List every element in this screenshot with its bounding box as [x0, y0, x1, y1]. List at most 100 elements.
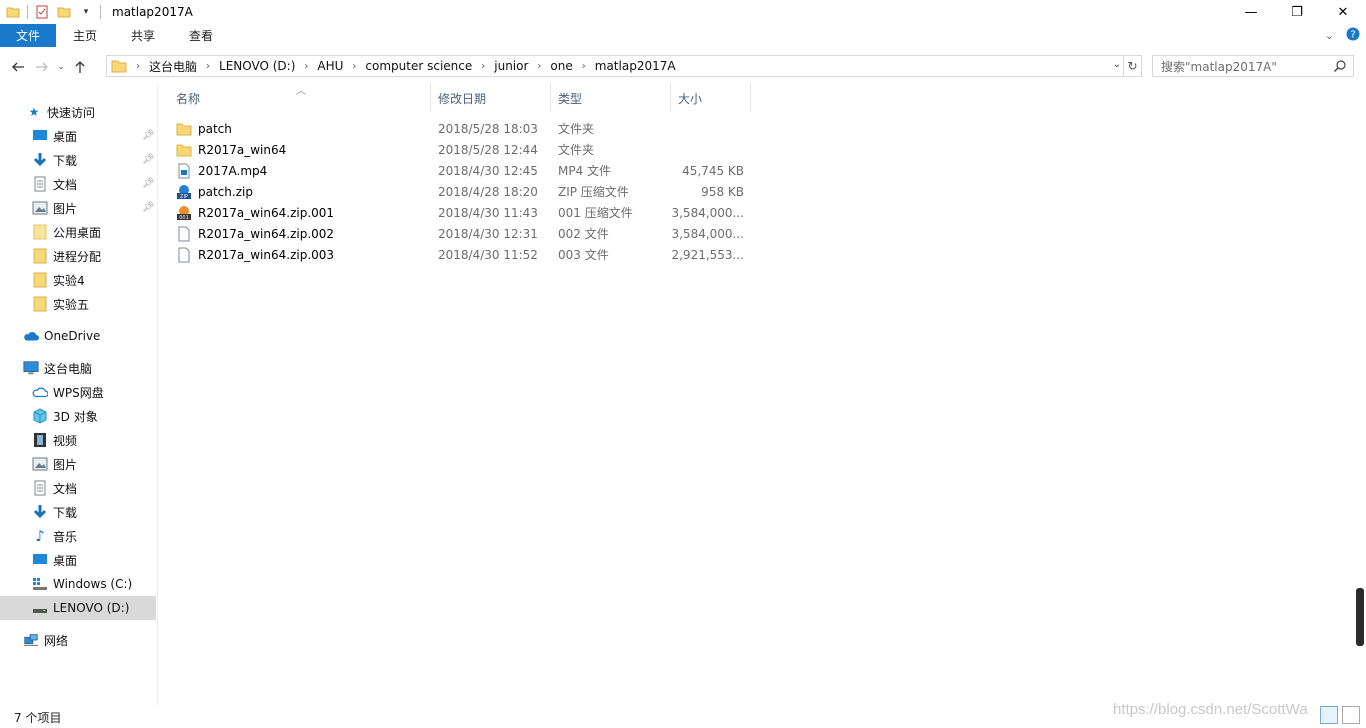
customize-dropdown-icon[interactable]: ▾ [75, 1, 97, 23]
column-header-label: 类型 [558, 91, 583, 106]
sidebar-item-label: 快速访问 [47, 105, 96, 120]
download-arrow-icon [32, 152, 48, 168]
scrollbar-thumb[interactable] [1356, 588, 1364, 646]
sidebar-item-process-allocation[interactable]: 进程分配 [0, 244, 156, 268]
forward-arrow-icon [36, 62, 48, 71]
quick-access-toolbar: ▾ [0, 0, 104, 24]
table-row[interactable]: patch 2018/5/28 18:03 文件夹 [176, 118, 766, 139]
forward-button[interactable] [30, 55, 54, 79]
refresh-button[interactable]: ↻ [1124, 55, 1142, 77]
file-type: MP4 文件 [558, 164, 612, 178]
file-date: 2018/5/28 18:03 [438, 121, 538, 136]
sidebar-item-downloads[interactable]: 下载 📌︎ [0, 148, 156, 172]
sidebar-item-network[interactable]: 网络 [0, 628, 156, 652]
tab-file[interactable]: 文件 [0, 24, 57, 47]
breadcrumb-item[interactable]: LENOVO (D:) [219, 59, 295, 73]
ribbon-tabs: 文件 主页 共享 查看 ⌄ ? [0, 24, 1366, 47]
back-button[interactable] [6, 55, 30, 79]
recent-locations-button[interactable]: ⌄ [54, 55, 68, 79]
help-icon[interactable]: ? [1346, 27, 1360, 44]
search-icon[interactable] [1333, 59, 1347, 76]
sidebar-item-documents-pc[interactable]: 文档 [0, 476, 156, 500]
folder-icon[interactable] [2, 1, 24, 23]
pin-icon[interactable]: 📌︎ [142, 154, 155, 165]
column-header-size[interactable]: 大小 [671, 84, 751, 112]
details-view-button[interactable] [1320, 706, 1338, 724]
sidebar-item-videos[interactable]: 视频 [0, 428, 156, 452]
file-name: R2017a_win64.zip.001 [198, 205, 335, 220]
sidebar-item-experiment-4[interactable]: 实验4 [0, 268, 156, 292]
breadcrumb-item[interactable]: junior [494, 59, 528, 73]
divider [100, 5, 101, 19]
chevron-down-icon[interactable]: ⌄ [1113, 59, 1121, 70]
sidebar-item-desktop[interactable]: 桌面 📌︎ [0, 124, 156, 148]
table-row[interactable]: 2017A.mp4 2018/4/30 12:45 MP4 文件 45,745 … [176, 160, 766, 181]
table-row[interactable]: R2017a_win64 2018/5/28 12:44 文件夹 [176, 139, 766, 160]
chevron-right-icon[interactable]: › [352, 61, 356, 72]
sidebar-item-documents[interactable]: 文档 📌︎ [0, 172, 156, 196]
minimize-button[interactable]: — [1228, 0, 1274, 24]
pin-icon[interactable]: 📌︎ [142, 178, 155, 189]
computer-icon [23, 360, 39, 376]
sidebar-item-drive-d[interactable]: LENOVO (D:) [0, 596, 156, 620]
folder-icon [32, 272, 48, 288]
new-folder-icon[interactable] [53, 1, 75, 23]
address-bar[interactable]: › 这台电脑 › LENOVO (D:) › AHU › computer sc… [106, 55, 1124, 77]
sidebar-item-pictures[interactable]: 图片 📌︎ [0, 196, 156, 220]
file-size: 45,745 KB [682, 163, 744, 178]
search-input[interactable]: 搜索"matlap2017A" [1152, 55, 1354, 77]
sidebar-item-label: 3D 对象 [53, 409, 98, 424]
up-button[interactable] [68, 55, 92, 79]
sidebar-item-label: 公用桌面 [53, 225, 102, 240]
pin-icon[interactable]: 📌︎ [142, 130, 155, 141]
sidebar-item-label: 图片 [53, 457, 78, 472]
close-button[interactable]: ✕ [1320, 0, 1366, 24]
maximize-button[interactable]: ❐ [1274, 0, 1320, 24]
table-row[interactable]: 001 R2017a_win64.zip.001 2018/4/30 11:43… [176, 202, 766, 223]
sidebar-item-onedrive[interactable]: OneDrive [0, 324, 156, 348]
sidebar-item-public-desktop[interactable]: 公用桌面 [0, 220, 156, 244]
breadcrumb-item[interactable]: matlap2017A [595, 59, 676, 73]
breadcrumb-item[interactable]: computer science [365, 59, 472, 73]
column-header-label: 名称 [176, 91, 201, 106]
sidebar-item-label: 实验4 [53, 273, 85, 288]
chevron-right-icon[interactable]: › [582, 61, 586, 72]
cloud-outline-icon [32, 384, 48, 400]
video-file-icon [176, 163, 192, 179]
column-header-name[interactable]: 名称 [169, 84, 431, 112]
expand-ribbon-icon[interactable]: ⌄ [1325, 29, 1334, 42]
sidebar-item-pictures-pc[interactable]: 图片 [0, 452, 156, 476]
table-row[interactable]: R2017a_win64.zip.003 2018/4/30 11:52 003… [176, 244, 766, 265]
tab-home[interactable]: 主页 [56, 24, 114, 47]
sidebar-item-downloads-pc[interactable]: 下载 [0, 500, 156, 524]
tab-view[interactable]: 查看 [172, 24, 230, 47]
properties-icon[interactable] [31, 1, 53, 23]
column-header-type[interactable]: 类型 [551, 84, 671, 112]
chevron-right-icon[interactable]: › [537, 61, 541, 72]
sidebar-item-experiment-5[interactable]: 实验五 [0, 292, 156, 316]
breadcrumb-item[interactable]: 这台电脑 [149, 58, 197, 75]
large-icons-view-button[interactable] [1342, 706, 1360, 724]
breadcrumb-item[interactable]: one [550, 59, 572, 73]
star-icon: ★ [28, 105, 40, 119]
pin-icon[interactable]: 📌︎ [142, 202, 155, 213]
sidebar-item-desktop-pc[interactable]: 桌面 [0, 548, 156, 572]
chevron-right-icon[interactable]: › [304, 61, 308, 72]
chevron-right-icon[interactable]: › [206, 61, 210, 72]
sidebar-item-wps-drive[interactable]: WPS网盘 [0, 380, 156, 404]
table-row[interactable]: R2017a_win64.zip.002 2018/4/30 12:31 002… [176, 223, 766, 244]
breadcrumb-item[interactable]: AHU [317, 59, 343, 73]
sidebar-item-drive-c[interactable]: Windows (C:) [0, 572, 156, 596]
sidebar-item-this-pc[interactable]: 这台电脑 [0, 356, 156, 380]
file-type: ZIP 压缩文件 [558, 185, 629, 199]
download-arrow-icon [32, 504, 48, 520]
table-row[interactable]: ZIP patch.zip 2018/4/28 18:20 ZIP 压缩文件 9… [176, 181, 766, 202]
chevron-right-icon[interactable]: › [481, 61, 485, 72]
tab-share[interactable]: 共享 [114, 24, 172, 47]
picture-icon [32, 200, 48, 216]
sidebar-item-quick-access[interactable]: ★ 快速访问 [0, 100, 156, 124]
sidebar-item-music[interactable]: ♪ 音乐 [0, 524, 156, 548]
column-header-date[interactable]: 修改日期 [431, 84, 551, 112]
sidebar-item-3d-objects[interactable]: 3D 对象 [0, 404, 156, 428]
file-type: 001 压缩文件 [558, 206, 633, 220]
